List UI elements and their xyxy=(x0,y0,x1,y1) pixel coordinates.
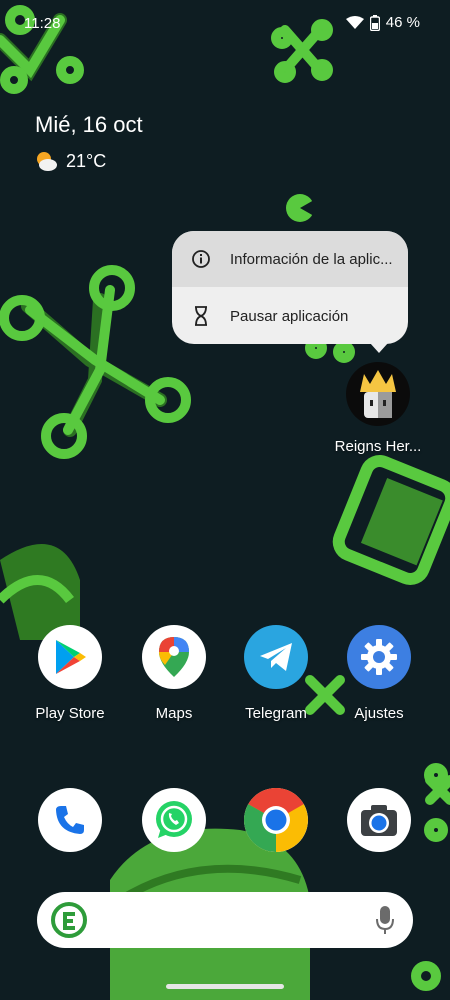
app-label: Ajustes xyxy=(354,705,404,722)
telegram-icon xyxy=(244,625,308,689)
app-chrome[interactable] xyxy=(226,788,326,852)
app-settings[interactable]: Ajustes xyxy=(329,625,429,722)
app-maps[interactable]: Maps xyxy=(124,625,224,722)
app-context-menu: Información de la aplic... Pausar aplica… xyxy=(172,231,408,353)
whatsapp-icon xyxy=(142,788,206,852)
play-store-icon xyxy=(38,625,102,689)
app-label: Reigns Her... xyxy=(334,438,422,455)
app-info-menu-item[interactable]: Información de la aplic... xyxy=(172,231,408,287)
temperature: 21°C xyxy=(66,150,107,171)
popup-pointer xyxy=(370,343,388,353)
camera-icon xyxy=(347,788,411,852)
phone-icon xyxy=(38,788,102,852)
app-reigns[interactable]: Reigns Her... xyxy=(328,362,428,455)
wifi-icon xyxy=(345,15,364,29)
battery-icon xyxy=(369,14,380,31)
maps-icon xyxy=(142,625,206,689)
status-icons: 46 % xyxy=(345,14,420,31)
battery-percent: 46 % xyxy=(385,14,420,31)
pause-app-label: Pausar aplicación xyxy=(230,307,349,325)
gear-icon xyxy=(347,625,411,689)
status-bar: 11:28 46 % xyxy=(0,0,450,46)
weather-partly-cloudy-icon xyxy=(37,152,57,171)
app-play-store[interactable]: Play Store xyxy=(20,625,120,722)
app-label: Telegram xyxy=(245,705,307,722)
launcher-logo-icon xyxy=(51,902,87,938)
app-label: Play Store xyxy=(35,705,105,722)
pause-app-menu-item[interactable]: Pausar aplicación xyxy=(172,288,408,344)
app-label: Maps xyxy=(155,705,193,722)
info-icon xyxy=(192,250,210,268)
app-whatsapp[interactable] xyxy=(124,788,224,852)
weather-widget[interactable]: 21°C xyxy=(34,150,106,172)
status-time: 11:28 xyxy=(24,15,61,32)
microphone-icon[interactable] xyxy=(375,905,395,935)
app-telegram[interactable]: Telegram xyxy=(226,625,326,722)
date-text[interactable]: Mié, 16 oct xyxy=(35,112,143,138)
app-phone[interactable] xyxy=(20,788,120,852)
search-bar[interactable] xyxy=(37,892,413,948)
home-gesture-bar[interactable] xyxy=(166,984,284,989)
app-camera[interactable] xyxy=(329,788,429,852)
reigns-icon xyxy=(346,362,410,426)
hourglass-icon xyxy=(195,306,207,326)
app-info-label: Información de la aplic... xyxy=(230,250,393,268)
chrome-icon xyxy=(244,788,308,852)
